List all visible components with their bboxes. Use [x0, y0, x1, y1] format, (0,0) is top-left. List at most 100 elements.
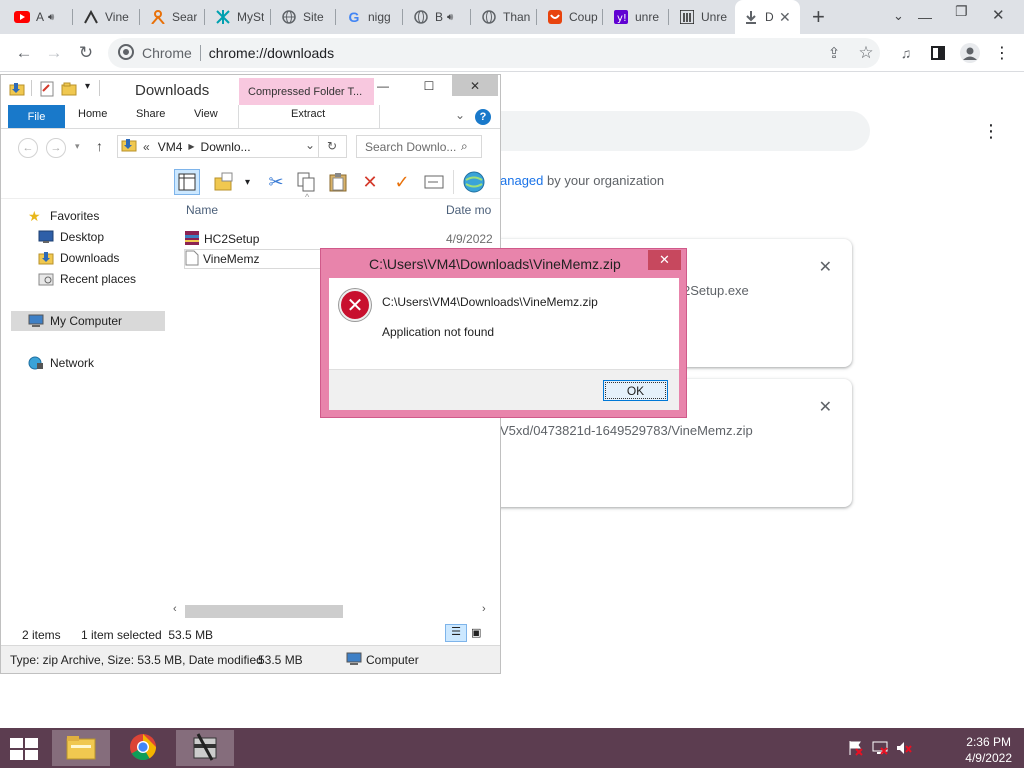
tab-b[interactable]: B 🔊︎: [405, 0, 471, 34]
omnibox-url[interactable]: chrome://downloads: [209, 45, 334, 61]
downloads-more-icon[interactable]: ⋮: [982, 121, 1000, 142]
customize-qat-chevron-icon[interactable]: ▾: [85, 81, 90, 92]
reload-button[interactable]: ↻: [74, 41, 98, 65]
tab-mystery[interactable]: MySt: [207, 0, 271, 34]
help-icon[interactable]: ?: [475, 109, 491, 125]
horizontal-scrollbar[interactable]: ‹ ›: [171, 603, 493, 620]
youtube-icon: [14, 9, 30, 25]
preview-pane-icon[interactable]: [174, 169, 200, 195]
large-icons-view-icon[interactable]: ▣: [471, 626, 481, 639]
remove-download-icon[interactable]: ✕: [819, 257, 832, 277]
tab-share[interactable]: Share: [136, 108, 165, 120]
tab-vine[interactable]: Vine: [75, 0, 140, 34]
taskbar-chrome[interactable]: [114, 730, 172, 766]
new-tab-button[interactable]: +: [812, 4, 825, 30]
nav-my-computer[interactable]: My Computer: [11, 311, 165, 331]
dialog-titlebar[interactable]: C:\Users\VM4\Downloads\VineMemz.zip ✕: [321, 249, 686, 277]
maximize-button[interactable]: ☐: [406, 75, 452, 96]
nav-favorites[interactable]: ★ Favorites: [28, 209, 99, 223]
breadcrumb-vm4[interactable]: VM4: [158, 140, 183, 154]
bookmark-star-icon[interactable]: ☆: [854, 41, 878, 65]
back-button[interactable]: ←: [12, 41, 36, 65]
dialog-body: ✕ C:\Users\VM4\Downloads\VineMemz.zip Ap…: [329, 278, 679, 369]
rename-icon[interactable]: [421, 169, 447, 195]
managed-link[interactable]: anaged: [500, 173, 543, 188]
close-window-button[interactable]: ✕: [992, 6, 1005, 24]
back-button[interactable]: ←: [18, 138, 38, 158]
tab-coupon[interactable]: Coup: [539, 0, 603, 34]
new-folder-icon[interactable]: [61, 81, 79, 100]
internet-globe-icon[interactable]: [461, 169, 487, 195]
network-status-icon[interactable]: [872, 740, 888, 759]
downloads-search-bar[interactable]: [470, 111, 870, 151]
recent-locations-chevron-icon[interactable]: ▾: [75, 141, 80, 152]
nav-desktop[interactable]: Desktop: [38, 230, 104, 244]
column-header-name[interactable]: Name: [186, 203, 218, 217]
folder-options-icon[interactable]: [212, 169, 238, 195]
nav-downloads[interactable]: Downloads: [38, 251, 119, 265]
properties-icon[interactable]: [39, 81, 55, 100]
expand-ribbon-chevron-icon[interactable]: ⌄: [455, 108, 465, 122]
restore-button[interactable]: ❐: [955, 3, 968, 20]
minimize-button[interactable]: —: [918, 9, 932, 25]
download-url[interactable]: V5xd/0473821d-1649529783/VineMemz.zip: [500, 423, 753, 438]
chrome-menu-icon[interactable]: ⋮: [990, 41, 1014, 65]
tab-extract[interactable]: Extract: [291, 108, 325, 120]
explorer-titlebar[interactable]: ▾ Downloads Compressed Folder T... — ☐ ✕: [1, 75, 500, 105]
start-windows-icon[interactable]: [10, 738, 38, 760]
tab-close-icon[interactable]: ✕: [779, 9, 791, 26]
tab-museum[interactable]: Unre: [671, 0, 735, 34]
tab-thanks[interactable]: Than: [473, 0, 537, 34]
tab-view[interactable]: View: [194, 108, 218, 120]
scrollbar-thumb[interactable]: [185, 605, 343, 618]
breadcrumb-arrow-icon[interactable]: ▶: [188, 142, 194, 151]
tab-yahoo[interactable]: y! unre: [605, 0, 669, 34]
scroll-left-icon[interactable]: ‹: [173, 603, 177, 615]
breadcrumb-downloads[interactable]: Downlo...: [201, 140, 251, 154]
checkmark-icon[interactable]: ✓: [389, 169, 415, 195]
address-bar[interactable]: « VM4 ▶ Downlo... ⌄ ↻: [117, 135, 347, 158]
refresh-icon[interactable]: ↻: [327, 139, 337, 153]
download-filename[interactable]: 2Setup.exe: [683, 283, 749, 298]
tab-site[interactable]: Site: [273, 0, 336, 34]
forward-button[interactable]: →: [46, 138, 66, 158]
nav-recent-places[interactable]: Recent places: [38, 272, 136, 286]
delete-icon[interactable]: ✕: [357, 169, 383, 195]
dialog-close-button[interactable]: ✕: [648, 250, 681, 270]
share-icon[interactable]: ⇪: [822, 41, 846, 65]
up-button[interactable]: ↑: [96, 138, 103, 154]
column-header-date[interactable]: Date mo: [446, 203, 491, 217]
tab-youtube[interactable]: A 🔊︎: [6, 0, 73, 34]
scroll-right-icon[interactable]: ›: [482, 603, 486, 615]
system-clock[interactable]: 2:36 PM 4/9/2022: [965, 734, 1012, 766]
details-info: Type: zip Archive, Size: 53.5 MB, Date m…: [10, 653, 263, 667]
remove-download-icon[interactable]: ✕: [819, 397, 832, 417]
paste-icon[interactable]: [325, 169, 351, 195]
omnibox[interactable]: Chrome chrome://downloads: [108, 38, 880, 68]
tab-home[interactable]: Home: [78, 108, 107, 120]
ok-button[interactable]: OK: [603, 380, 668, 401]
tab-search-chevron-icon[interactable]: ⌄: [893, 8, 904, 24]
tab-search[interactable]: Sear: [142, 0, 205, 34]
taskbar-file-explorer[interactable]: [52, 730, 110, 766]
tab-file[interactable]: File: [8, 105, 65, 128]
cut-icon[interactable]: ✂: [263, 169, 289, 195]
media-controls-icon[interactable]: ♫: [894, 41, 918, 65]
minimize-button[interactable]: —: [360, 75, 406, 96]
volume-muted-icon[interactable]: [896, 740, 912, 759]
forward-button[interactable]: →: [42, 41, 66, 65]
details-view-icon[interactable]: ☰: [445, 624, 467, 642]
profile-avatar-icon[interactable]: [958, 41, 982, 65]
side-panel-icon[interactable]: [926, 41, 950, 65]
compressed-folder-tools-tab[interactable]: Compressed Folder T...: [239, 78, 374, 105]
tab-google[interactable]: G nigg: [338, 0, 403, 34]
nav-network[interactable]: Network: [28, 356, 94, 370]
taskbar-winrar[interactable]: [176, 730, 234, 766]
file-row[interactable]: HC2Setup 4/9/2022: [184, 229, 494, 249]
explorer-search-box[interactable]: Search Downlo... ⌕: [356, 135, 482, 158]
address-dropdown-icon[interactable]: ⌄: [305, 138, 315, 152]
close-button[interactable]: ✕: [452, 75, 498, 96]
options-chevron-icon[interactable]: ▾: [245, 177, 250, 188]
action-center-flag-icon[interactable]: [848, 740, 864, 759]
tab-downloads[interactable]: D ✕: [735, 0, 800, 34]
